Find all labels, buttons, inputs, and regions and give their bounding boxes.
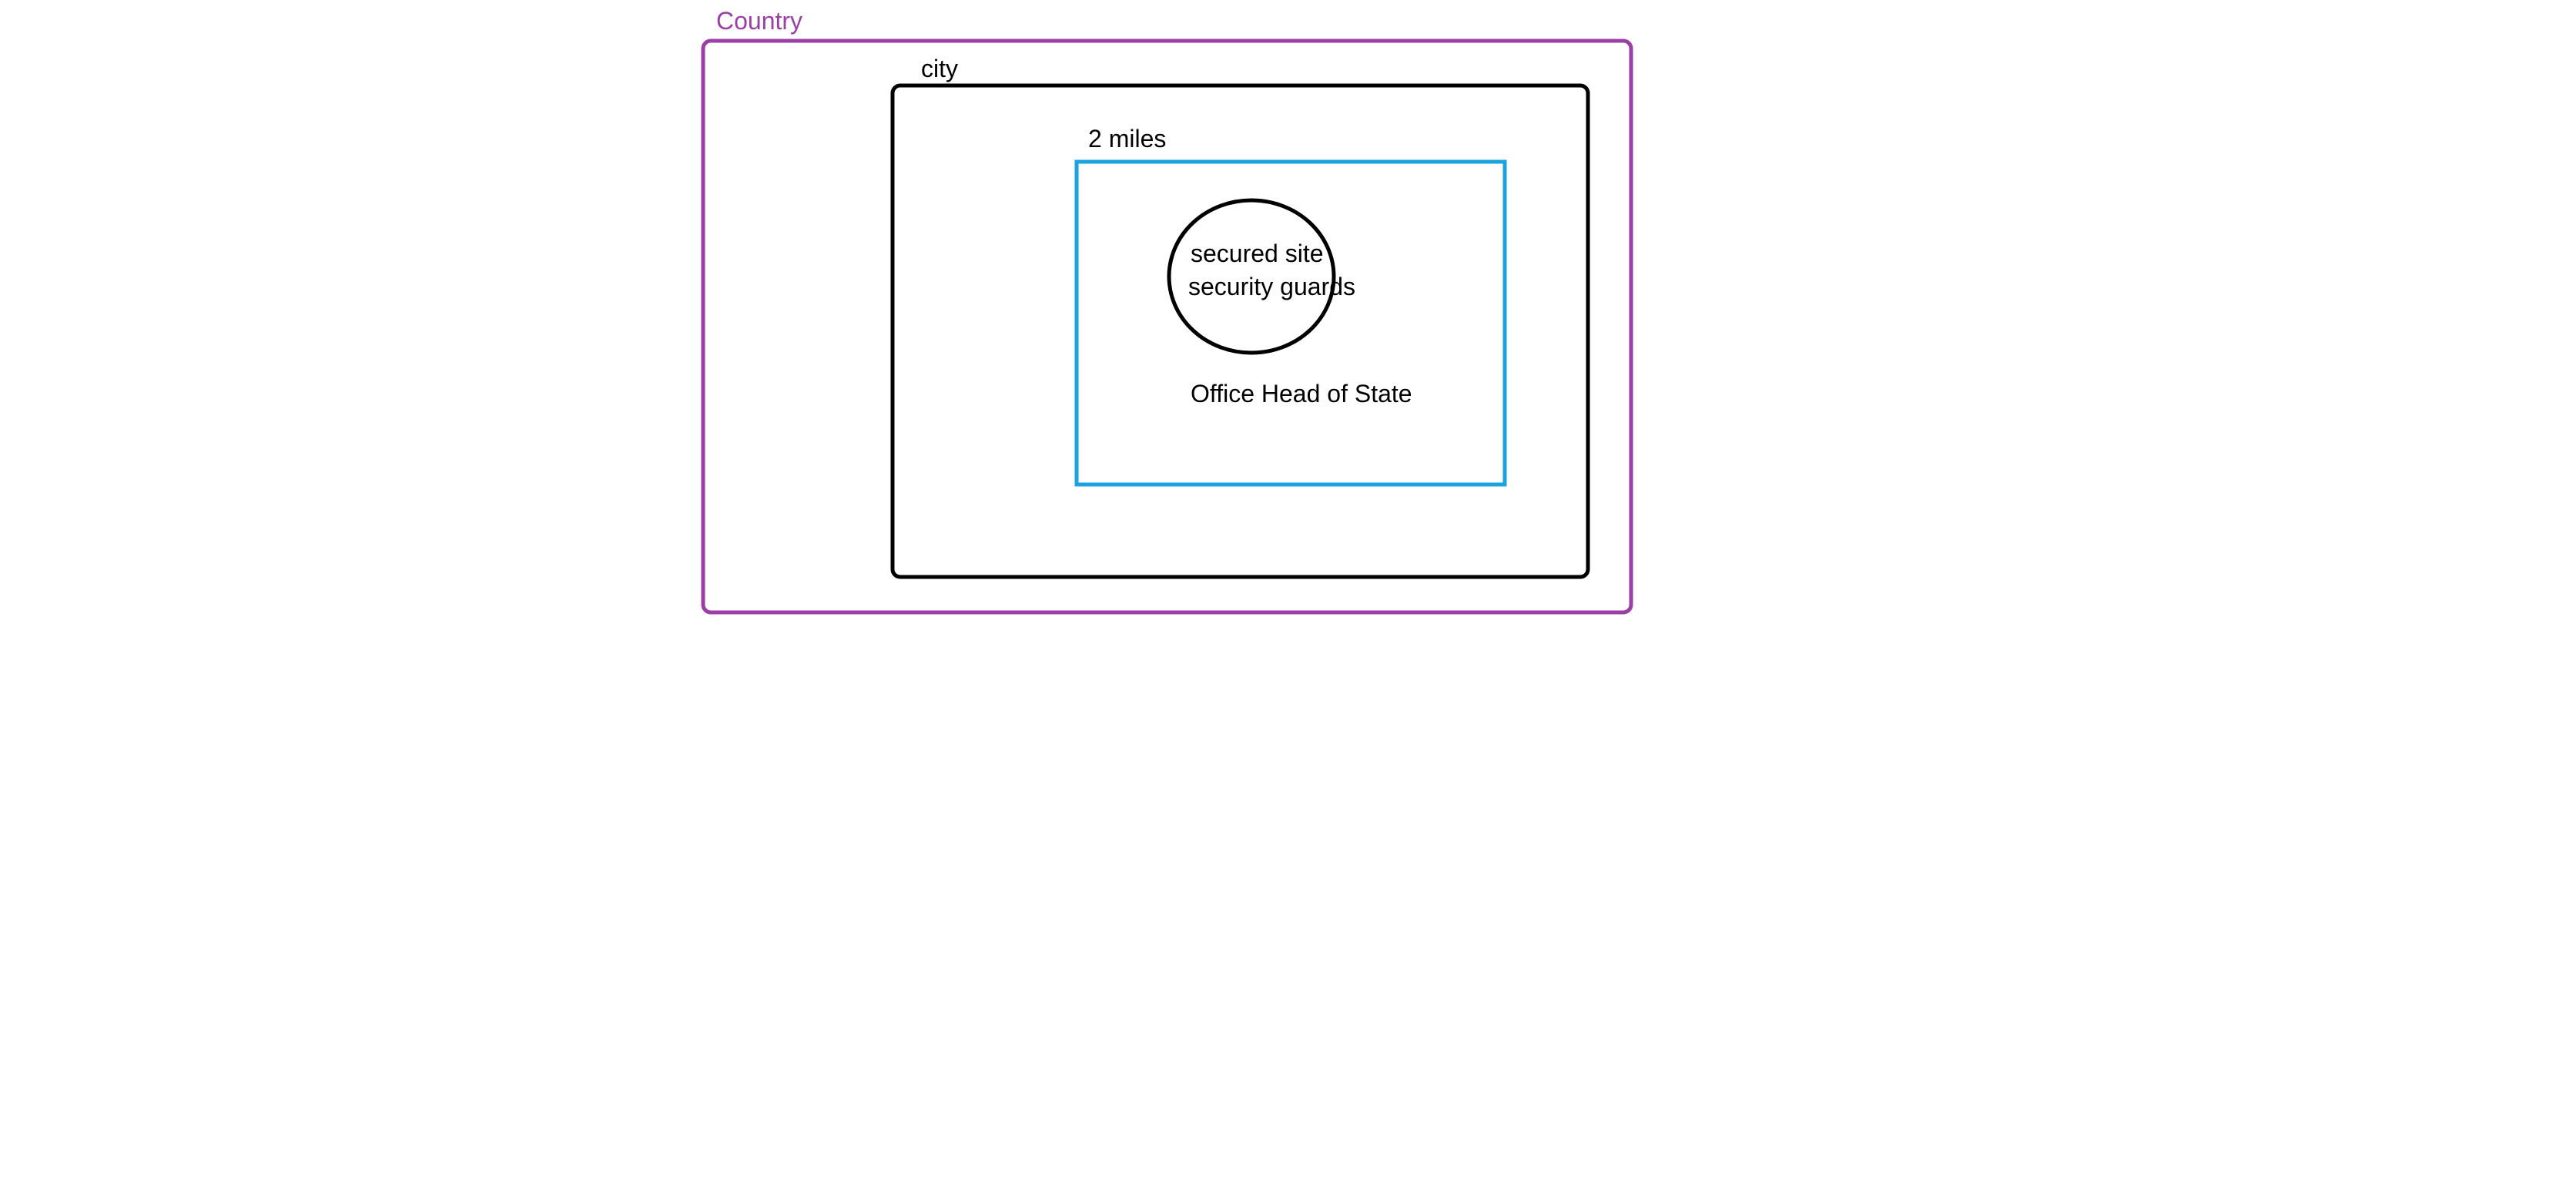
city-boundary xyxy=(890,83,1590,579)
country-boundary xyxy=(701,39,1633,615)
nested-zones-diagram: Country city 2 miles secured site securi… xyxy=(701,7,1633,615)
two-mile-zone-label: 2 miles xyxy=(1088,125,1166,153)
city-label: city xyxy=(921,55,958,82)
country-label: Country xyxy=(716,7,802,35)
office-head-of-state-label: Office Head of State xyxy=(1191,380,1412,407)
secured-site-label: secured site xyxy=(1191,240,1324,267)
security-guards-label: security guards xyxy=(1188,273,1355,300)
